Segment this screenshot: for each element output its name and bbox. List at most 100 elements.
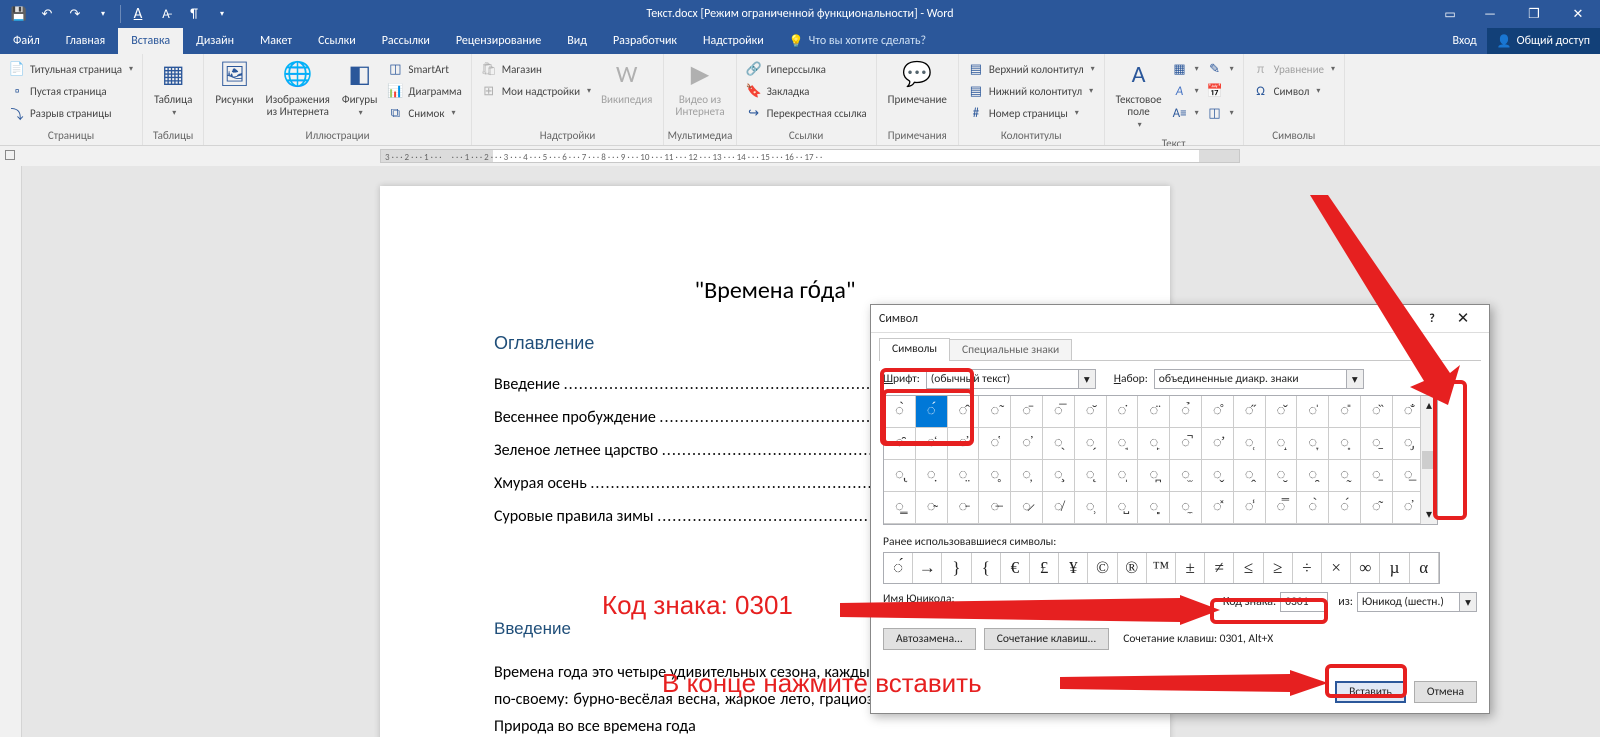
page-number-button[interactable]: #Номер страницы▾ [968, 103, 1095, 123]
char-cell[interactable]: ◌̠ [1361, 428, 1393, 460]
char-cell[interactable]: ◌̱ [1361, 460, 1393, 492]
char-cell[interactable]: ◌̿ [1266, 492, 1298, 524]
ribbon-options-icon[interactable]: ▭ [1432, 0, 1468, 28]
tab-selector[interactable] [5, 150, 15, 160]
char-cell[interactable]: ◌̧ [1043, 460, 1075, 492]
char-cell[interactable]: ◌̸ [1043, 492, 1075, 524]
char-cell[interactable]: ◌̽ [1202, 492, 1234, 524]
hyperlink-button[interactable]: 🔗Гиперссылка [746, 59, 867, 79]
tab-mailings[interactable]: Рассылки [369, 28, 443, 54]
char-cell[interactable]: ◌́ [916, 396, 948, 428]
from-combo[interactable]: Юникод (шестн.)▾ [1357, 592, 1477, 612]
char-cell[interactable]: ◌̔ [979, 428, 1011, 460]
comment-button[interactable]: 💬 Примечание [882, 57, 953, 108]
tab-file[interactable]: Файл [0, 28, 53, 54]
recent-symbols-grid[interactable]: ◌́→}{€£¥©®™±≠≤≥÷×∞µα [883, 552, 1440, 584]
char-cell[interactable]: ◌̹ [1075, 492, 1107, 524]
blank-page-button[interactable]: ▫Пустая страница [9, 81, 133, 101]
toc-item[interactable]: Хмурая осень [494, 474, 587, 493]
save-icon[interactable]: 💾 [6, 2, 32, 26]
char-cell[interactable]: ◌͂ [1361, 492, 1393, 524]
online-pictures-button[interactable]: 🌐 Изображения из Интернета [260, 57, 336, 120]
char-cell[interactable]: ◌̚ [1170, 428, 1202, 460]
bookmark-button[interactable]: 🔖Закладка [746, 81, 867, 101]
ruler-vertical[interactable] [0, 166, 22, 737]
char-cell[interactable]: ◌̈ [1138, 396, 1170, 428]
recent-char[interactable]: ® [1118, 553, 1147, 583]
char-cell[interactable]: ◌̌ [1266, 396, 1298, 428]
char-cell[interactable]: ◌̊ [1202, 396, 1234, 428]
shortcut-button[interactable]: Сочетание клавиш... [984, 628, 1109, 650]
scroll-down-icon[interactable]: ▾ [1426, 507, 1432, 522]
char-cell[interactable]: ◌̫ [1170, 460, 1202, 492]
datetime-button[interactable]: 📅 [1207, 81, 1234, 101]
char-cell[interactable]: ◌̖ [1043, 428, 1075, 460]
recent-char[interactable]: ± [1176, 553, 1205, 583]
recent-char[interactable]: © [1088, 553, 1117, 583]
cross-ref-button[interactable]: ↪Перекрестная ссылка [746, 103, 867, 123]
char-cell[interactable]: ◌́ [1329, 492, 1361, 524]
char-cell[interactable]: ◌̨ [1075, 460, 1107, 492]
pictures-button[interactable]: 🖼 Рисунки [209, 57, 259, 108]
recent-char[interactable]: ≤ [1234, 553, 1263, 583]
char-cell[interactable]: ◌̦ [1011, 460, 1043, 492]
char-cell[interactable]: ◌̵ [948, 492, 980, 524]
recent-char[interactable]: ™ [1147, 553, 1176, 583]
char-cell[interactable]: ◌̻ [1138, 492, 1170, 524]
recent-char[interactable]: ÷ [1293, 553, 1322, 583]
tab-home[interactable]: Главная [53, 28, 118, 54]
char-cell[interactable]: ◌̯ [1297, 460, 1329, 492]
char-cell[interactable]: ◌̢ [884, 460, 916, 492]
recent-char[interactable]: ¥ [1059, 553, 1088, 583]
smartart-button[interactable]: ◫SmartArt [387, 59, 461, 79]
close-button[interactable]: ✕ [1556, 0, 1600, 28]
clear-format-icon[interactable]: A̶ [153, 2, 179, 26]
recent-char[interactable]: ≠ [1205, 553, 1234, 583]
share-button[interactable]: 👤 Общий доступ [1487, 28, 1600, 54]
recent-char[interactable]: × [1322, 553, 1351, 583]
char-cell[interactable]: ◌̮ [1266, 460, 1298, 492]
tab-layout[interactable]: Макет [247, 28, 305, 54]
tab-references[interactable]: Ссылки [305, 28, 369, 54]
tab-addins[interactable]: Надстройки [690, 28, 777, 54]
tab-insert[interactable]: Вставка [118, 28, 183, 54]
character-grid[interactable]: ◌̀◌́◌̂◌̃◌̄◌̅◌̆◌̇◌̈◌̉◌̊◌̋◌̌◌̍◌̎◌̏◌̐ ◌̑◌̒◌… [883, 395, 1438, 525]
paragraph-icon[interactable]: ¶ [181, 2, 207, 26]
maximize-button[interactable]: ❐ [1512, 0, 1556, 28]
char-cell[interactable]: ◌̗ [1075, 428, 1107, 460]
char-cell[interactable]: ◌̾ [1234, 492, 1266, 524]
char-cell[interactable]: ◌̓ [948, 428, 980, 460]
recent-char[interactable]: } [942, 553, 971, 583]
ruler-horizontal[interactable]: 3 · · · 2 · · · 1 · · · · · · 1 · · · 2 … [0, 146, 1600, 166]
recent-char[interactable]: ∞ [1351, 553, 1380, 583]
char-cell[interactable]: ◌̩ [1107, 460, 1139, 492]
recent-char[interactable]: µ [1380, 553, 1409, 583]
quick-parts-button[interactable]: ▦▾ [1172, 59, 1199, 79]
char-cell[interactable]: ◌̶ [979, 492, 1011, 524]
symbol-button[interactable]: ΩСимвол▾ [1253, 81, 1335, 101]
signature-button[interactable]: ✎▾ [1207, 59, 1234, 79]
char-cell[interactable]: ◌̆ [1075, 396, 1107, 428]
grid-scrollbar[interactable]: ▴ ▾ [1420, 396, 1437, 524]
char-cell[interactable]: ◌̞ [1297, 428, 1329, 460]
more-icon[interactable]: ▾ [209, 2, 235, 26]
char-cell[interactable]: ◌̺ [1107, 492, 1139, 524]
char-cell[interactable]: ◌̰ [1329, 460, 1361, 492]
wordart-button[interactable]: A▾ [1172, 81, 1199, 101]
char-cell[interactable]: ◌̼ [1170, 492, 1202, 524]
qat-dropdown-icon[interactable]: ▾ [90, 2, 116, 26]
char-cell[interactable]: ◌̃ [979, 396, 1011, 428]
page-break-button[interactable]: ⤵Разрыв страницы [9, 103, 133, 123]
char-cell[interactable]: ◌̒ [916, 428, 948, 460]
table-button[interactable]: ▦ Таблица▾ [148, 57, 198, 121]
char-cell[interactable]: ◌̟ [1329, 428, 1361, 460]
char-cell[interactable]: ◌̂ [948, 396, 980, 428]
signin-button[interactable]: Вход [1442, 28, 1486, 54]
char-cell[interactable]: ◌̉ [1170, 396, 1202, 428]
redo-icon[interactable]: ↷ [62, 2, 88, 26]
char-cell[interactable]: ◌̘ [1107, 428, 1139, 460]
char-cell[interactable]: ◌̭ [1234, 460, 1266, 492]
recent-char[interactable]: € [1001, 553, 1030, 583]
textbox-button[interactable]: A Текстовое поле▾ [1110, 57, 1168, 133]
minimize-button[interactable]: — [1468, 0, 1512, 28]
